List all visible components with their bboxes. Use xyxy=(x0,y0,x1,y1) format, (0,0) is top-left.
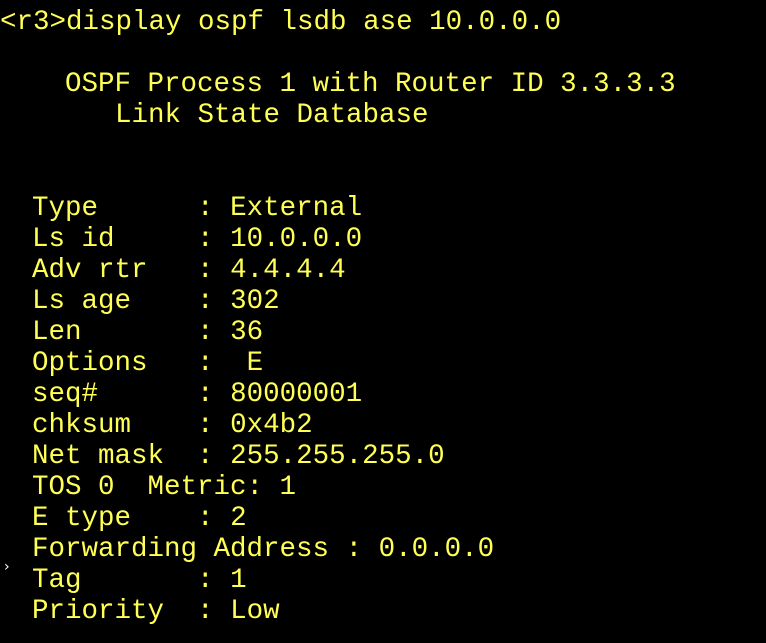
field-separator: : xyxy=(197,565,214,596)
field-label: Adv rtr xyxy=(32,255,198,286)
field-label: Priority xyxy=(32,596,198,627)
field-value: 1 xyxy=(230,565,247,596)
field-row: Type : External xyxy=(32,193,362,224)
field-value: 10.0.0.0 xyxy=(230,224,363,255)
field-value: 80000001 xyxy=(230,379,363,410)
database-title: Link State Database xyxy=(115,100,429,131)
field-row: Net mask : 255.255.255.0 xyxy=(32,441,445,472)
field-label: Tag xyxy=(32,565,198,596)
chevron-right-icon: › xyxy=(4,559,10,575)
field-value: 302 xyxy=(230,286,280,317)
field-separator: : xyxy=(197,410,214,441)
field-value: 36 xyxy=(230,317,264,348)
field-separator: : xyxy=(345,534,363,565)
field-value: 0x4b2 xyxy=(230,410,313,441)
process-header: OSPF Process 1 with Router ID 3.3.3.3 xyxy=(65,69,676,100)
field-value: Low xyxy=(230,596,280,627)
prompt: <r3> xyxy=(0,7,67,38)
field-separator: : xyxy=(197,596,214,627)
tos-metric-line: TOS 0 Metric: 1 xyxy=(32,472,297,503)
field-label: seq# xyxy=(32,379,198,410)
field-separator: : xyxy=(197,348,214,379)
field-row: Forwarding Address : 0.0.0.0 xyxy=(32,534,494,565)
field-row: Priority : Low xyxy=(32,596,280,627)
field-separator: : xyxy=(197,255,214,286)
field-label: Net mask xyxy=(32,441,198,472)
field-label: Type xyxy=(32,193,198,224)
field-row: Ls age : 302 xyxy=(32,286,280,317)
field-row: chksum : 0x4b2 xyxy=(32,410,313,441)
field-row: Adv rtr : 4.4.4.4 xyxy=(32,255,346,286)
field-value: 0.0.0.0 xyxy=(378,534,495,565)
command-text: display ospf lsdb ase 10.0.0.0 xyxy=(66,7,562,38)
field-separator: : xyxy=(197,193,214,224)
field-value: External xyxy=(230,193,363,224)
field-row: Ls id : 10.0.0.0 xyxy=(32,224,362,255)
field-separator: : xyxy=(197,286,214,317)
terminal-window[interactable]: <r3>display ospf lsdb ase 10.0.0.0 OSPF … xyxy=(0,0,766,643)
field-value: E xyxy=(230,348,264,379)
field-row: E type : 2 xyxy=(32,503,247,534)
field-row: Tag : 1 xyxy=(32,565,247,596)
field-label: Len xyxy=(32,317,198,348)
field-row: seq# : 80000001 xyxy=(32,379,362,410)
field-label: chksum xyxy=(32,410,198,441)
field-separator: : xyxy=(197,379,214,410)
field-separator: : xyxy=(197,441,214,472)
field-label: Ls id xyxy=(32,224,198,255)
field-separator: : xyxy=(197,317,214,348)
command-line: <r3>display ospf lsdb ase 10.0.0.0 xyxy=(0,7,561,38)
field-value: 4.4.4.4 xyxy=(230,255,346,286)
field-value: 2 xyxy=(230,503,247,534)
field-label: Options xyxy=(32,348,198,379)
field-label: Ls age xyxy=(32,286,198,317)
field-label: E type xyxy=(32,503,198,534)
field-row: Options : E xyxy=(32,348,263,379)
field-value: 255.255.255.0 xyxy=(230,441,445,472)
field-separator: : xyxy=(197,224,214,255)
field-separator: : xyxy=(197,503,214,534)
field-row: Len : 36 xyxy=(32,317,263,348)
field-label: Forwarding Address xyxy=(32,534,346,565)
